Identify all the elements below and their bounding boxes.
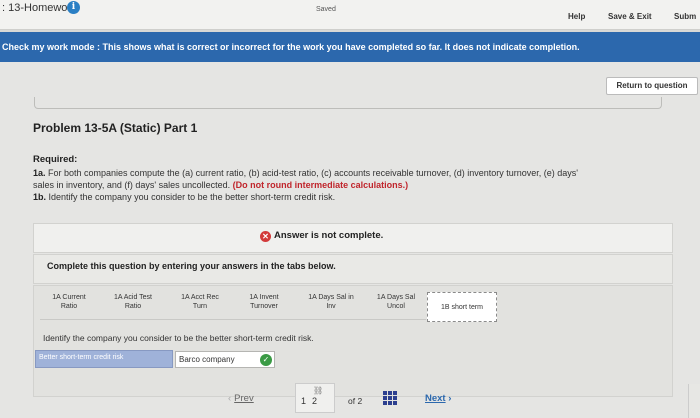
help-button[interactable]: Help: [568, 12, 585, 21]
next-label: Next: [425, 393, 446, 404]
page-count: of 2: [348, 396, 363, 406]
tab-label: 1A Acct Rec: [181, 294, 219, 301]
problem-title: Problem 13-5A (Static) Part 1: [33, 121, 198, 135]
tab-label: Turn: [192, 303, 208, 310]
tab-label: Ratio: [124, 303, 142, 310]
tab-acct-rec-turn[interactable]: 1A Acct Rec Turn: [172, 293, 228, 311]
tab-label: 1A Days Sal in: [308, 294, 354, 301]
requirement-1b: 1b. Identify the company you consider to…: [33, 192, 335, 202]
link-icon: ⛓: [313, 386, 324, 395]
tab-label: 1A Invent: [249, 294, 279, 301]
check-my-work-banner: Check my work mode : This shows what is …: [0, 32, 700, 62]
instructions-text: Complete this question by entering your …: [47, 261, 336, 271]
tab-label: Uncol: [387, 303, 405, 310]
submit-button[interactable]: Subm: [674, 12, 696, 21]
rounding-note: (Do not round intermediate calculations.…: [232, 180, 409, 190]
requirement-1b-prefix: 1b.: [33, 192, 47, 202]
tab-1b-short-term[interactable]: 1B short term: [427, 292, 497, 322]
answer-row-label: Better short-term credit risk: [35, 350, 173, 368]
tab-label: Turnover: [250, 303, 278, 310]
tabs-divider: [40, 319, 426, 320]
page-current[interactable]: 1: [301, 396, 306, 406]
requirement-1a-cont: sales in inventory, and (f) days' sales …: [33, 180, 408, 190]
horizontal-scrollbar[interactable]: [34, 97, 662, 109]
tab-current-ratio[interactable]: 1A Current Ratio: [44, 293, 94, 311]
required-label: Required:: [33, 154, 78, 165]
chevron-left-icon: ‹: [228, 393, 232, 404]
page-2[interactable]: 2: [312, 396, 317, 406]
tab-label: 1A Days Sal: [376, 294, 416, 301]
answer-status-text: Answer is not complete.: [274, 230, 384, 241]
tab-label: 1B short term: [440, 304, 483, 311]
tab-days-sal-in-inv[interactable]: 1A Days Sal in Inv: [298, 293, 364, 311]
error-x-icon: ✕: [260, 231, 271, 242]
next-button[interactable]: Next ›: [425, 393, 451, 404]
assignment-title: : 13-Homework: [2, 2, 77, 14]
question-prompt: Identify the company you consider to be …: [43, 333, 314, 343]
tab-label: Ratio: [60, 303, 78, 310]
prev-button[interactable]: ‹ Prev: [228, 393, 254, 404]
requirement-1a-cont-text: sales in inventory, and (f) days' sales …: [33, 180, 233, 190]
tab-label: 1A Current: [52, 294, 86, 301]
tab-days-sal-uncol[interactable]: 1A Days Sal Uncol: [368, 293, 424, 311]
tab-invent-turnover[interactable]: 1A Invent Turnover: [238, 293, 290, 311]
requirement-1a-prefix: 1a.: [33, 168, 46, 178]
requirement-1b-text: Identify the company you consider to be …: [46, 192, 336, 202]
prev-label: Prev: [234, 393, 254, 404]
grid-icon[interactable]: [383, 391, 397, 405]
chevron-right-icon: ›: [448, 393, 452, 404]
requirement-1a: 1a. For both companies compute the (a) c…: [33, 168, 578, 178]
top-bar: : 13-Homework i Saved Help Save & Exit S…: [0, 0, 700, 30]
save-exit-button[interactable]: Save & Exit: [608, 12, 652, 21]
corner-scroll-handle[interactable]: [688, 384, 700, 418]
saved-status: Saved: [316, 6, 336, 13]
requirement-1a-text: For both companies compute the (a) curre…: [45, 168, 578, 178]
tab-label: 1A Acid Test: [113, 294, 152, 301]
check-icon: ✓: [260, 354, 272, 366]
tab-label: Inv: [326, 303, 336, 310]
return-to-question-button[interactable]: Return to question: [606, 77, 698, 95]
answer-status: ✕ Answer is not complete.: [260, 230, 383, 242]
info-icon[interactable]: i: [67, 1, 80, 14]
tab-acid-test-ratio[interactable]: 1A Acid Test Ratio: [104, 293, 162, 311]
